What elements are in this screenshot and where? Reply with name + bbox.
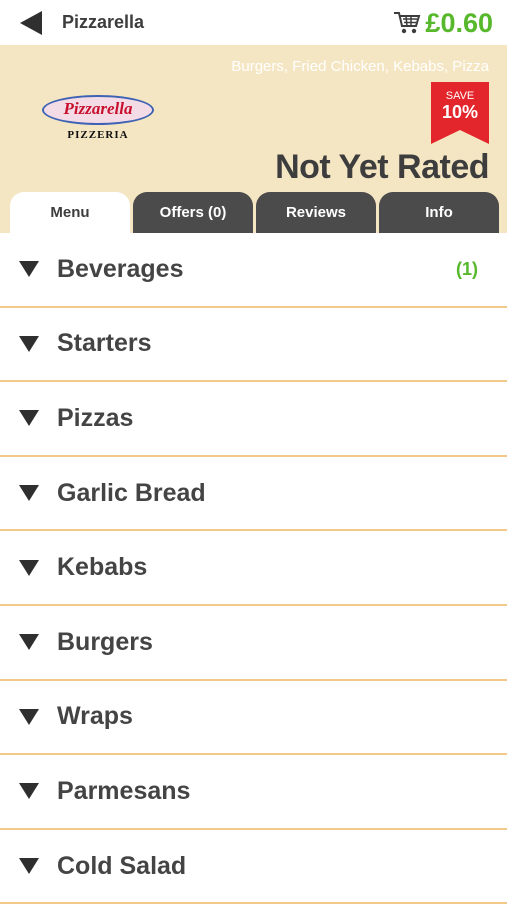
triangle-down-icon <box>19 708 39 725</box>
menu-category-row[interactable]: Wraps <box>0 681 507 756</box>
tab-bar: Menu Offers (0) Reviews Info <box>10 192 499 233</box>
logo-subtitle: PIZZERIA <box>67 129 129 141</box>
menu-category-row[interactable]: Parmesans <box>0 755 507 830</box>
cart-button[interactable]: £0.60 <box>393 6 493 40</box>
triangle-down-icon <box>19 335 39 352</box>
menu-category-label: Wraps <box>57 702 133 731</box>
save-label: SAVE <box>445 90 475 102</box>
menu-category-row[interactable]: Cold Salad <box>0 830 507 904</box>
save-percent: 10% <box>441 102 479 122</box>
triangle-down-icon <box>19 485 39 502</box>
tab-info[interactable]: Info <box>379 192 499 233</box>
menu-category-list: Beverages (1) Starters Pizzas Garlic Bre… <box>0 233 507 904</box>
menu-category-label: Garlic Bread <box>57 478 206 507</box>
menu-category-row[interactable]: Starters <box>0 308 507 383</box>
menu-category-label: Burgers <box>57 627 153 656</box>
menu-category-row[interactable]: Burgers <box>0 606 507 681</box>
top-bar: Pizzarella £0.60 <box>0 0 507 45</box>
restaurant-header: Burgers, Fried Chicken, Kebabs, Pizza Pi… <box>0 45 507 233</box>
shopping-cart-icon <box>394 12 421 34</box>
cuisine-list: Burgers, Fried Chicken, Kebabs, Pizza <box>231 58 489 75</box>
back-arrow-icon <box>20 11 42 35</box>
menu-category-row[interactable]: Garlic Bread <box>0 457 507 532</box>
menu-category-label: Kebabs <box>57 553 148 582</box>
menu-category-label: Cold Salad <box>57 851 187 880</box>
tab-menu[interactable]: Menu <box>10 192 130 233</box>
triangle-down-icon <box>19 858 39 875</box>
page-title: Pizzarella <box>62 12 145 32</box>
tab-reviews[interactable]: Reviews <box>256 192 376 233</box>
restaurant-logo: Pizzarella PIZZERIA <box>40 95 158 145</box>
menu-category-count: (1) <box>456 258 478 279</box>
save-badge: SAVE 10% <box>431 82 489 144</box>
menu-category-label: Beverages <box>57 254 184 283</box>
logo-name: Pizzarella <box>63 99 133 118</box>
triangle-down-icon <box>19 410 39 427</box>
menu-category-label: Parmesans <box>57 776 191 805</box>
menu-category-row[interactable]: Kebabs <box>0 531 507 606</box>
menu-category-label: Pizzas <box>57 403 134 432</box>
tab-offers[interactable]: Offers (0) <box>133 192 253 233</box>
back-button[interactable] <box>18 10 44 36</box>
menu-category-label: Starters <box>57 329 152 358</box>
triangle-down-icon <box>19 261 39 278</box>
rating-text: Not Yet Rated <box>275 148 489 186</box>
cart-total: £0.60 <box>425 7 493 38</box>
menu-category-row[interactable]: Pizzas <box>0 382 507 457</box>
triangle-down-icon <box>19 634 39 651</box>
triangle-down-icon <box>19 783 39 800</box>
triangle-down-icon <box>19 559 39 576</box>
menu-category-row[interactable]: Beverages (1) <box>0 233 507 308</box>
